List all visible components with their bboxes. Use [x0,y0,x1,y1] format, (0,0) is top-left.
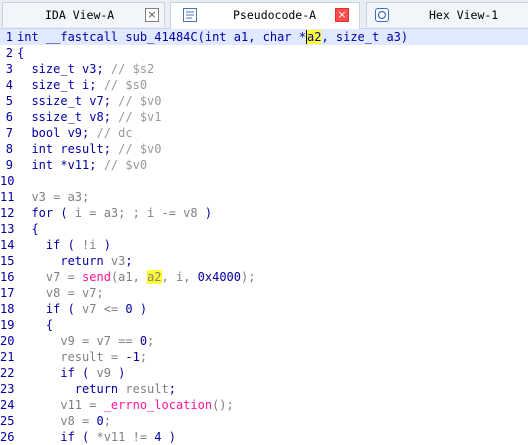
line-number: 21 [0,350,15,364]
code-line[interactable]: 15 return v3; [0,253,528,269]
code-text: for ( i = a3; ; i -= v8 ) [17,206,213,220]
code-text: { [17,318,54,332]
code-line[interactable]: 19 { [0,317,528,333]
line-number: 13 [0,222,15,236]
line-number: 1 [5,30,13,44]
line-number: 11 [0,190,15,204]
code-text: if ( !i ) [17,238,111,252]
code-line[interactable]: 14 if ( !i ) [0,237,528,253]
code-text: v7 = send(a1, a2, i, 0x4000); [17,270,256,284]
code-text: ssize_t v8; // $v1 [17,110,162,124]
line-number: 24 [0,398,15,412]
code-line[interactable]: 8 int result; // $v0 [0,141,528,157]
code-line[interactable]: 23 return result; [0,381,528,397]
tab-label: Hex View-1 [429,8,499,22]
code-line[interactable]: 22 if ( v9 ) [0,365,528,381]
code-line[interactable]: 26 if ( *v11 != 4 ) [0,429,528,445]
code-line[interactable]: 12 for ( i = a3; ; i -= v8 ) [0,205,528,221]
line-number: 15 [0,254,15,268]
code-text: return result; [17,382,176,396]
hex-icon [375,8,389,22]
code-line[interactable]: 4 size_t i; // $s0 [0,77,528,93]
code-line[interactable]: 1 int __fastcall sub_41484C(int a1, char … [0,29,528,45]
code-text: if ( v7 <= 0 ) [17,302,148,316]
line-number: 12 [0,206,15,220]
code-text: ssize_t v7; // $v0 [17,94,162,108]
code-text: int *v11; // $v0 [17,158,148,172]
code-line[interactable]: 7 bool v9; // dc [0,125,528,141]
line-number: 7 [5,126,13,140]
line-number: 2 [5,46,13,60]
code-text: v3 = a3; [17,190,90,204]
tab-bar: IDA View-A × Pseudocode-A × Hex View-1 [0,0,528,29]
code-line[interactable]: 11 v3 = a3; [0,189,528,205]
line-number: 9 [5,158,13,172]
code-line[interactable]: 5 ssize_t v7; // $v0 [0,93,528,109]
line-number: 23 [0,382,15,396]
code-text: if ( v9 ) [17,366,126,380]
code-text: result = -1; [17,350,148,364]
line-number: 3 [5,62,13,76]
line-number: 22 [0,366,15,380]
pseudocode-editor[interactable]: 1 int __fastcall sub_41484C(int a1, char … [0,29,528,444]
code-text: v8 = 0; [17,414,111,428]
line-number: 10 [0,174,15,188]
code-line[interactable]: 13 { [0,221,528,237]
code-text: return v3; [17,254,133,268]
code-line[interactable]: 16 v7 = send(a1, a2, i, 0x4000); [0,269,528,285]
code-text: { [17,222,39,236]
line-number: 26 [0,430,15,444]
line-number: 19 [0,318,15,332]
code-line[interactable]: 24 v11 = _errno_location(); [0,397,528,413]
code-line[interactable]: 18 if ( v7 <= 0 ) [0,301,528,317]
tab-ida-view[interactable]: IDA View-A × [2,2,165,27]
code-text: if ( *v11 != 4 ) [17,430,176,444]
code-text: { [17,46,25,60]
close-icon[interactable]: × [335,8,349,22]
code-line[interactable]: 9 int *v11; // $v0 [0,157,528,173]
code-line[interactable]: 3 size_t v3; // $s2 [0,61,528,77]
line-number: 20 [0,334,15,348]
line-number: 4 [5,78,13,92]
code-text: size_t i; // $s0 [17,78,148,92]
line-number: 8 [5,142,13,156]
line-number: 5 [5,94,13,108]
code-text: int result; // $v0 [17,142,162,156]
line-number: 16 [0,270,15,284]
code-line[interactable]: 25 v8 = 0; [0,413,528,429]
code-line[interactable]: 20 v9 = v7 == 0; [0,333,528,349]
code-line[interactable]: 17 v8 = v7; [0,285,528,301]
close-icon[interactable]: × [145,8,159,22]
line-number: 18 [0,302,15,316]
line-number: 17 [0,286,15,300]
code-line[interactable]: 10 [0,173,528,189]
line-number: 14 [0,238,15,252]
code-text: bool v9; // dc [17,126,133,140]
code-text: v8 = v7; [17,286,104,300]
code-line[interactable]: 21 result = -1; [0,349,528,365]
code-text: size_t v3; // $s2 [17,62,155,76]
code-text: int __fastcall sub_41484C(int a1, char *… [17,30,409,44]
code-text: v9 = v7 == 0; [17,334,155,348]
line-number: 6 [5,110,13,124]
code-line[interactable]: 6 ssize_t v8; // $v1 [0,109,528,125]
code-line[interactable]: 2{ [0,45,528,61]
tab-hex-view[interactable]: Hex View-1 [366,2,528,27]
line-number: 25 [0,414,15,428]
tab-label: Pseudocode-A [233,8,317,22]
code-text: v11 = _errno_location(); [17,398,234,412]
tab-pseudocode[interactable]: Pseudocode-A × [170,2,360,29]
tab-label: IDA View-A [45,8,115,22]
document-icon [183,8,197,22]
